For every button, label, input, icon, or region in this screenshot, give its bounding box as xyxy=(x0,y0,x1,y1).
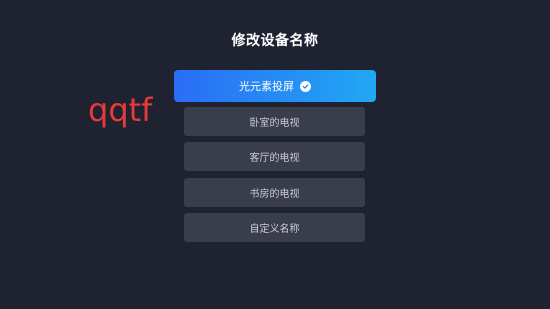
option-label: 光元素投屏 xyxy=(239,80,294,93)
device-name-options: 光元素投屏 卧室的电视 客厅的电视 书房的电视 自定义名称 xyxy=(0,0,550,309)
option-bedroom-tv[interactable]: 卧室的电视 xyxy=(184,107,365,136)
option-living-room-tv[interactable]: 客厅的电视 xyxy=(184,142,365,171)
option-label: 卧室的电视 xyxy=(249,118,300,129)
option-label: 客厅的电视 xyxy=(249,153,300,164)
option-label: 自定义名称 xyxy=(249,224,300,235)
option-custom-name[interactable]: 自定义名称 xyxy=(184,213,365,242)
option-study-tv[interactable]: 书房的电视 xyxy=(184,178,365,207)
check-circle-icon xyxy=(300,80,311,92)
option-light-element-cast[interactable]: 光元素投屏 xyxy=(174,70,376,102)
option-label: 书房的电视 xyxy=(249,189,300,200)
